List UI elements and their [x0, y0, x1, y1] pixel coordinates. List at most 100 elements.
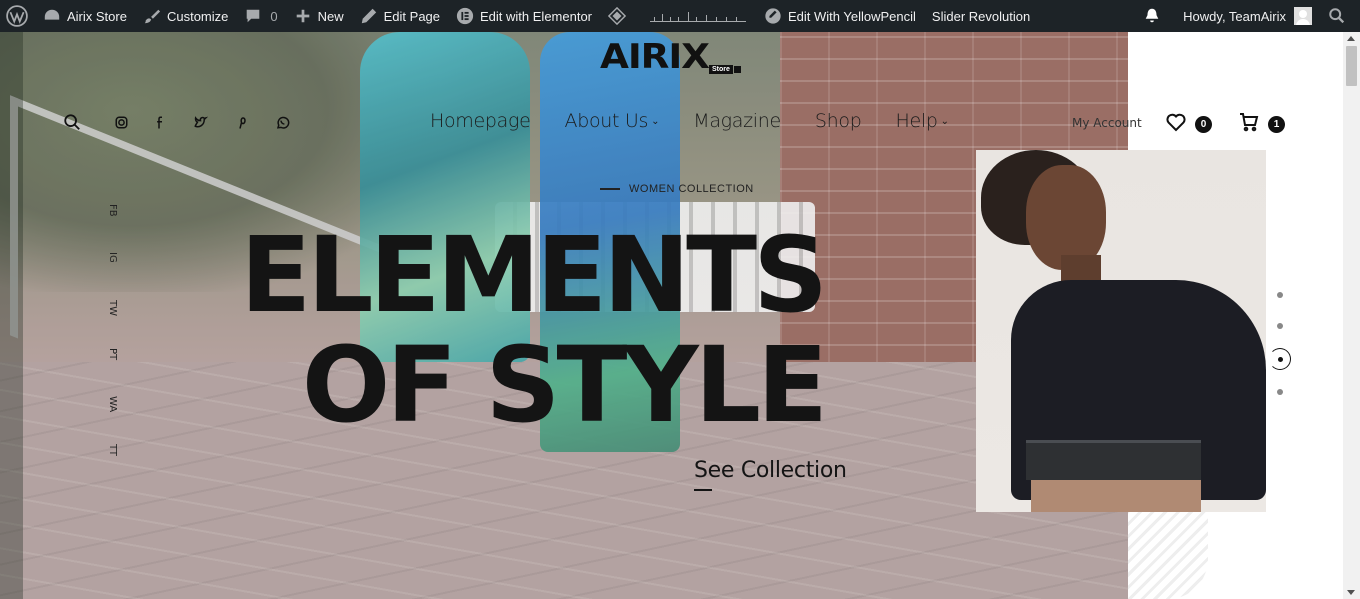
twitter-link[interactable]	[190, 112, 210, 132]
nav-item-label: Help	[895, 110, 938, 132]
scroll-thumb[interactable]	[1346, 46, 1357, 86]
wishlist-button[interactable]: 0	[1165, 110, 1212, 133]
see-collection-link[interactable]: See Collection	[694, 458, 847, 483]
yellowpencil-label: Edit With YellowPencil	[788, 8, 916, 24]
vertical-social-tw[interactable]: TW	[104, 300, 122, 348]
vertical-social-fb[interactable]: FB	[104, 204, 122, 252]
model-product-image	[976, 150, 1266, 512]
edit-elementor-link[interactable]: Edit with Elementor	[448, 0, 600, 32]
site-name-label: Airix Store	[67, 8, 127, 24]
comment-icon	[247, 9, 260, 23]
edit-elementor-label: Edit with Elementor	[480, 8, 593, 24]
nav-item-label: About Us	[564, 110, 649, 132]
wordpress-icon	[6, 5, 28, 27]
main-nav: Homepage About Us ⌄ Magazine Shop Help ⌄	[430, 110, 983, 132]
page-scrollbar[interactable]	[1343, 32, 1360, 599]
nav-item-magazine[interactable]: Magazine	[693, 110, 781, 132]
site-name-link[interactable]: Airix Store	[35, 0, 135, 32]
elementor-icon	[456, 7, 474, 25]
slider-pagination	[1269, 292, 1291, 420]
paintbrush-icon	[144, 9, 161, 24]
scroll-up-arrow-icon[interactable]	[1347, 36, 1355, 41]
instagram-link[interactable]	[111, 112, 131, 132]
my-account-menu[interactable]: Howdy, TeamAirix	[1175, 0, 1320, 32]
heart-icon	[1166, 113, 1186, 131]
slider-revolution-link[interactable]: Slider Revolution	[924, 0, 1038, 32]
vertical-social-tt[interactable]: TT	[104, 444, 122, 492]
comments-link[interactable]: 0	[236, 0, 285, 32]
scroll-down-arrow-icon[interactable]	[1347, 590, 1355, 595]
cta-underline	[694, 489, 712, 491]
headline-line-1: ELEMENTS	[240, 214, 828, 336]
pinterest-link[interactable]	[231, 112, 251, 132]
decorative-stripes	[1128, 502, 1208, 599]
vertical-social-ig[interactable]: IG	[104, 252, 122, 300]
plus-icon	[296, 9, 309, 23]
adminbar-search-button[interactable]	[1320, 0, 1360, 32]
whatsapp-icon	[276, 116, 289, 129]
slider-dot-1[interactable]	[1277, 292, 1283, 298]
header-search-button[interactable]	[62, 112, 82, 132]
vertical-social-links: FB IG TW PT WA TT	[104, 204, 122, 492]
logo-wordmark: AIRIX	[600, 37, 710, 77]
logo-dot	[733, 66, 741, 73]
howdy-label: Howdy, TeamAirix	[1183, 8, 1286, 24]
instagram-icon	[115, 116, 127, 128]
vertical-social-wa[interactable]: WA	[104, 396, 122, 444]
edit-page-label: Edit Page	[383, 8, 441, 24]
chevron-down-icon: ⌄	[940, 115, 949, 127]
cart-button[interactable]: 1	[1238, 110, 1285, 133]
nav-item-help[interactable]: Help ⌄	[895, 110, 950, 132]
chevron-down-icon: ⌄	[651, 115, 660, 127]
cart-count-badge: 1	[1268, 116, 1285, 133]
yellowpencil-icon	[765, 8, 781, 24]
slider-dot-4[interactable]	[1277, 389, 1283, 395]
adminbar-right: Howdy, TeamAirix	[1135, 0, 1360, 32]
eyebrow-label: WOMEN COLLECTION	[629, 183, 754, 195]
comments-count: 0	[270, 8, 278, 24]
customize-label: Customize	[166, 8, 229, 24]
new-content-link[interactable]: New	[286, 0, 352, 32]
hero-eyebrow: WOMEN COLLECTION	[600, 183, 754, 195]
diamond-plugin-link[interactable]	[600, 0, 640, 32]
eyebrow-dash	[600, 188, 620, 190]
twitter-icon	[193, 115, 208, 127]
vertical-social-pt[interactable]: PT	[104, 348, 122, 396]
headline-line-2: OF STYLE	[301, 324, 828, 446]
customize-link[interactable]: Customize	[135, 0, 236, 32]
wishlist-count-badge: 0	[1195, 116, 1212, 133]
ruler-graphic	[650, 10, 747, 22]
slider-dot-2[interactable]	[1277, 323, 1283, 329]
notifications-button[interactable]	[1135, 0, 1175, 32]
facebook-icon	[156, 116, 162, 128]
search-icon	[1329, 8, 1345, 24]
wp-admin-bar: Airix Store Customize 0 New Edit Page Ed…	[0, 0, 1360, 32]
bell-icon	[1145, 8, 1159, 23]
nav-item-shop[interactable]: Shop	[815, 110, 862, 132]
cart-icon	[1240, 112, 1259, 131]
nav-item-homepage[interactable]: Homepage	[430, 110, 531, 132]
nav-item-label: Homepage	[430, 110, 531, 132]
slider-revolution-label: Slider Revolution	[931, 8, 1031, 24]
nav-item-about-us[interactable]: About Us ⌄	[565, 110, 660, 132]
search-icon	[64, 114, 80, 130]
wordpress-menu[interactable]	[0, 0, 35, 32]
whatsapp-link[interactable]	[272, 112, 292, 132]
pinterest-icon	[238, 116, 246, 129]
edit-page-link[interactable]: Edit Page	[352, 0, 448, 32]
yellowpencil-link[interactable]: Edit With YellowPencil	[756, 0, 924, 32]
nav-item-label: Magazine	[693, 110, 781, 132]
slider-dot-3-active[interactable]	[1269, 348, 1291, 370]
avatar	[1294, 7, 1312, 25]
pencil-icon	[361, 8, 376, 24]
hero-headline: ELEMENTS OF STYLE	[240, 214, 828, 446]
new-label: New	[317, 8, 344, 24]
page: AIRIX Store Homepage About Us ⌄ Magazine …	[0, 32, 1343, 599]
nav-item-label: Shop	[814, 110, 862, 132]
logo-tag: Store	[709, 65, 733, 74]
my-account-link[interactable]: My Account	[1072, 116, 1142, 130]
site-logo[interactable]: AIRIX Store	[600, 38, 741, 76]
facebook-link[interactable]	[150, 112, 170, 132]
dashboard-icon	[44, 9, 60, 20]
diamond-icon	[608, 7, 627, 25]
